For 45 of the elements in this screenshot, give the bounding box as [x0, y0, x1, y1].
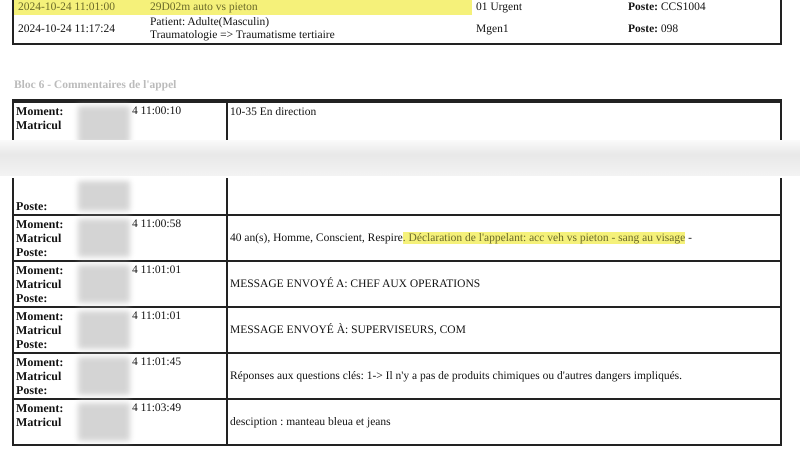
field-label: Matricul — [16, 415, 62, 429]
timestamp: 4 11:00:10 — [132, 105, 182, 117]
table-cell-text: Mgen1 — [475, 22, 510, 36]
field-label: Poste: — [16, 199, 48, 213]
redacted-block — [78, 311, 130, 349]
field-label: Matricul — [16, 231, 62, 245]
comment-text: 40 an(s), Homme, Conscient, Respire. Déclaration de l'appelant: acc veh vs pieton - sang au visage - — [230, 231, 692, 245]
table-cell-text: 2024-10-24 11:17:24 — [17, 22, 116, 36]
section-heading: Bloc 6 - Commentaires de l'appel — [14, 79, 178, 91]
timestamp: 4 11:03:49 — [132, 402, 182, 414]
field-label: Matricul — [16, 118, 62, 132]
redacted-block — [78, 181, 130, 211]
table-cell-text: Poste: CCS1004 — [627, 0, 707, 15]
field-label: Moment: — [16, 355, 64, 369]
comment-text: MESSAGE ENVOYÉ À: SUPERVISEURS, COM — [230, 323, 466, 337]
timestamp: 4 11:00:58 — [132, 218, 182, 230]
field-label: Matricul — [16, 277, 62, 291]
redacted-block — [78, 265, 130, 303]
comment-text: Réponses aux questions clés: 1-> Il n'y a pas de produits chimiques ou d'autres dangers impliqués. — [230, 369, 682, 383]
comment-text: desciption : manteau bleua et jeans — [230, 415, 391, 429]
field-label: Matricul — [16, 369, 62, 383]
table-cell: 29D02m auto vs pieton — [142, 0, 472, 15]
comment-text: MESSAGE ENVOYÉ A: CHEF AUX OPERATIONS — [230, 277, 480, 291]
timestamp: 4 11:01:01 — [132, 264, 182, 276]
field-label: Moment: — [16, 217, 64, 231]
redacted-block — [78, 357, 130, 395]
field-label: Moment: — [16, 104, 64, 118]
redacted-block — [78, 403, 130, 441]
table-cell-text: Patient: Adulte(Masculin) Traumatologie => Traumatisme tertiaire — [149, 15, 336, 43]
timestamp: 4 11:01:45 — [132, 356, 182, 368]
field-label: Moment: — [16, 309, 64, 323]
redacted-block — [78, 219, 130, 257]
field-label: Moment: — [16, 263, 64, 277]
field-label: Matricul — [16, 323, 62, 337]
redacted-block — [78, 106, 130, 140]
field-label: Poste: — [16, 245, 48, 259]
timestamp: 4 11:01:01 — [132, 310, 182, 322]
field-label: Poste: — [16, 291, 48, 305]
table-cell: 2024-10-24 11:01:00 — [14, 0, 142, 15]
table-cell-text: Poste: 098 — [627, 22, 680, 36]
field-label: Poste: — [16, 337, 48, 351]
table-cell-text: 01 Urgent — [475, 0, 524, 15]
field-label: Poste: — [16, 383, 48, 397]
comment-text: 10-35 En direction — [230, 105, 318, 119]
field-label: Moment: — [16, 401, 64, 415]
